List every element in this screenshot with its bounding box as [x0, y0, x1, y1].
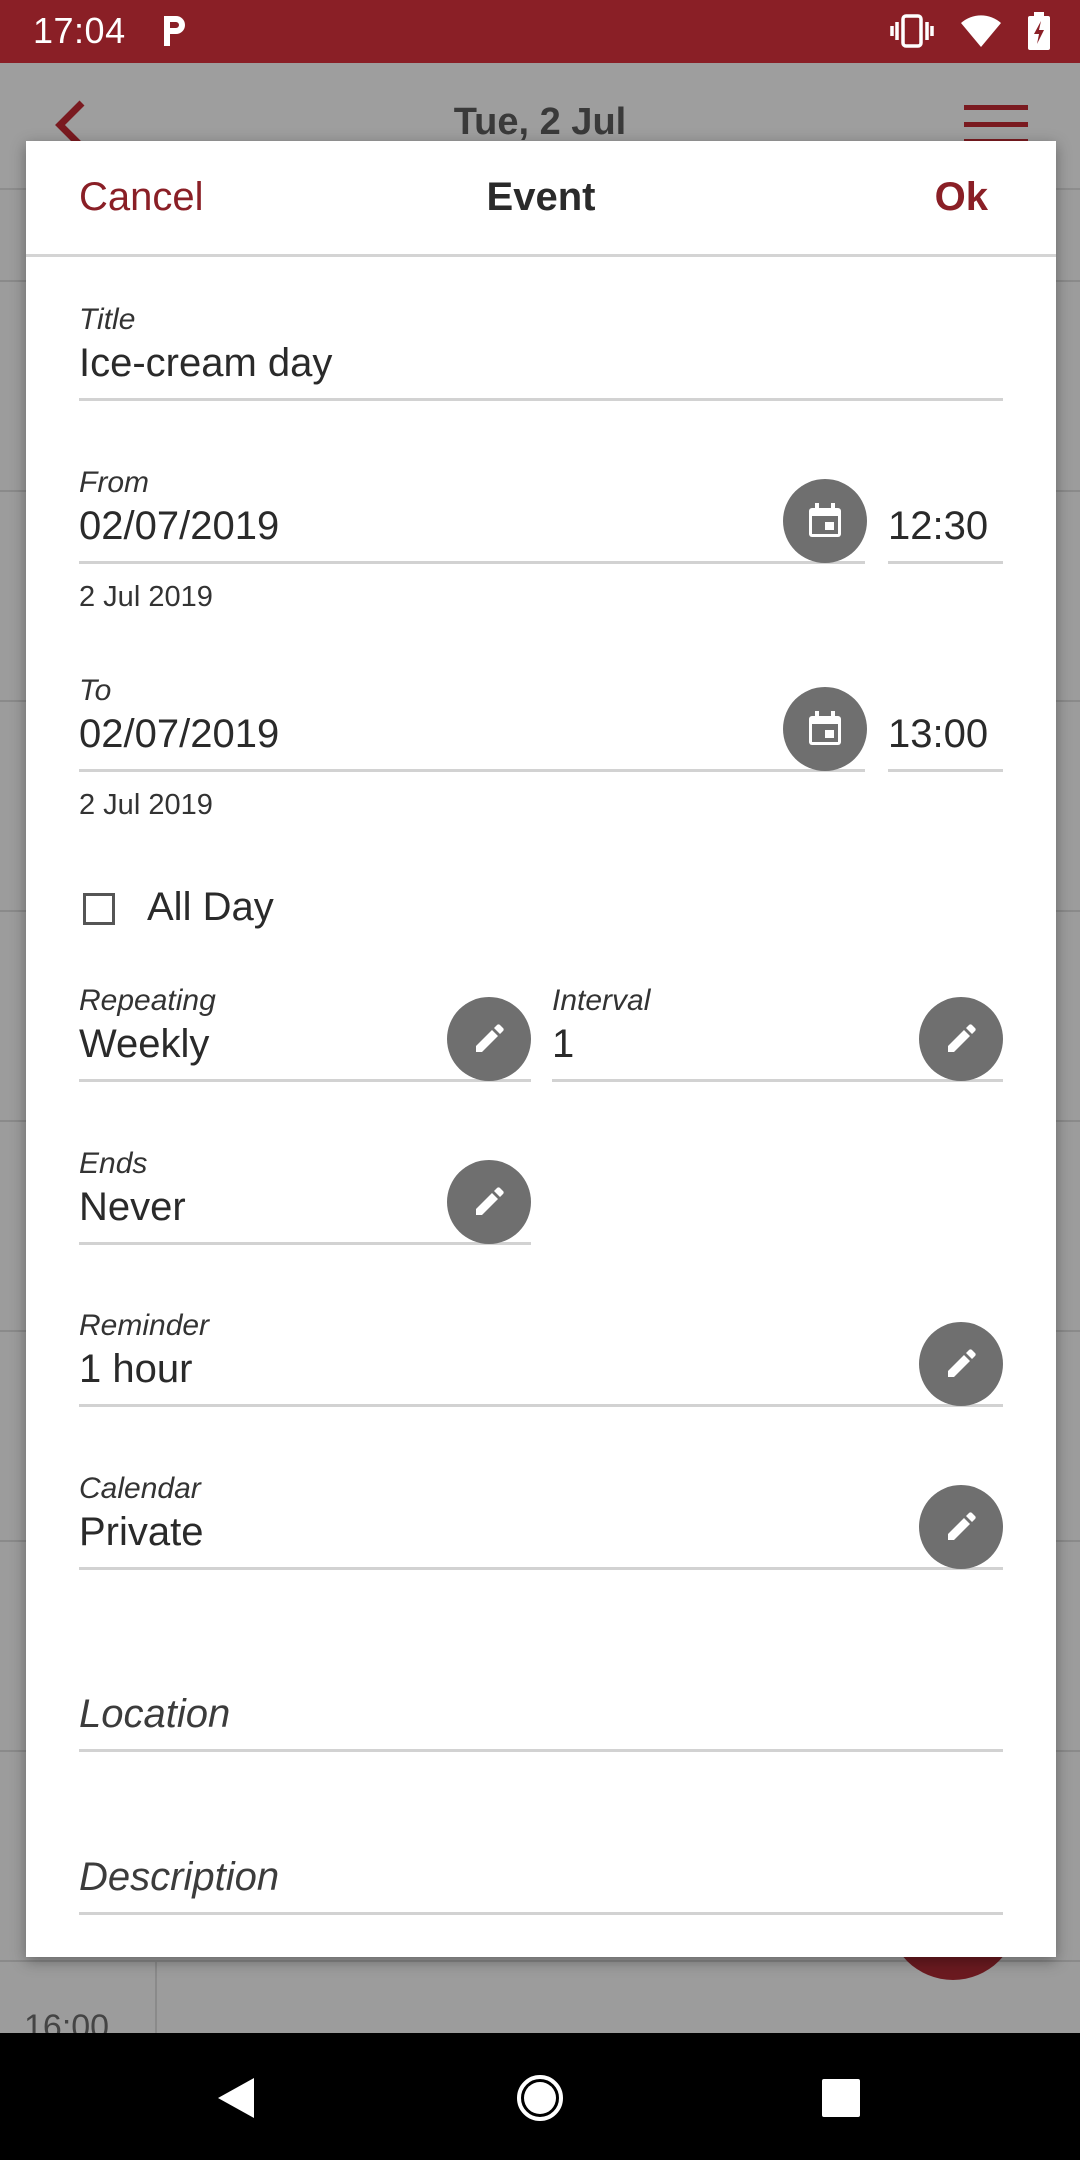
description-input[interactable]: Description	[79, 1855, 279, 1900]
ends-underline	[79, 1242, 531, 1245]
all-day-checkbox[interactable]	[83, 893, 115, 925]
background-date-title: Tue, 2 Jul	[453, 101, 627, 143]
from-calendar-button[interactable]	[783, 479, 867, 563]
calendar-field[interactable]: Calendar Private	[79, 1472, 1003, 1572]
to-date-underline	[79, 769, 865, 772]
location-input[interactable]: Location	[79, 1692, 230, 1737]
from-date-text: 2 Jul 2019	[79, 581, 213, 613]
dialog-header: Cancel Event Ok	[26, 141, 1056, 257]
from-label: From	[79, 466, 149, 499]
from-date-underline	[79, 561, 865, 564]
pencil-icon	[476, 1024, 504, 1052]
vibrate-icon	[890, 13, 934, 54]
repeating-label: Repeating	[79, 984, 216, 1017]
background-time-divider	[155, 1960, 157, 2040]
nav-home-icon[interactable]	[515, 2073, 565, 2128]
interval-value: 1	[552, 1022, 575, 1066]
wifi-icon	[960, 14, 1002, 53]
edit-ends-button[interactable]	[447, 1160, 531, 1244]
calendar-icon	[809, 711, 841, 745]
to-calendar-button[interactable]	[783, 687, 867, 771]
to-date-input[interactable]: 02/07/2019	[79, 712, 279, 757]
to-time-input[interactable]: 13:00	[888, 712, 988, 757]
reminder-field[interactable]: Reminder 1 hour	[79, 1309, 1003, 1409]
edit-calendar-button[interactable]	[919, 1485, 1003, 1569]
from-date-field[interactable]: From 02/07/2019 2 Jul 2019	[79, 466, 865, 636]
description-field[interactable]: Description	[79, 1855, 1003, 1925]
interval-label: Interval	[552, 984, 651, 1017]
edit-reminder-button[interactable]	[919, 1322, 1003, 1406]
navigation-bar	[0, 2033, 1080, 2160]
parking-icon	[160, 12, 190, 55]
title-input[interactable]: Ice-cream day	[79, 341, 332, 386]
to-time-underline	[888, 769, 1003, 772]
repeating-value: Weekly	[79, 1022, 210, 1066]
description-underline	[79, 1912, 1003, 1915]
cancel-button[interactable]: Cancel	[79, 175, 204, 220]
location-field[interactable]: Location	[79, 1692, 1003, 1762]
status-bar: 17:04	[0, 0, 1080, 63]
from-time-input[interactable]: 12:30	[888, 504, 988, 549]
ok-button[interactable]: Ok	[935, 175, 988, 220]
pencil-icon	[476, 1187, 504, 1215]
repeating-underline	[79, 1079, 531, 1082]
reminder-underline	[79, 1404, 1003, 1407]
nav-back-icon[interactable]	[216, 2076, 256, 2125]
calendar-value: Private	[79, 1510, 204, 1554]
location-underline	[79, 1749, 1003, 1752]
all-day-label[interactable]: All Day	[147, 885, 274, 930]
from-date-input[interactable]: 02/07/2019	[79, 504, 279, 549]
calendar-label: Calendar	[79, 1472, 201, 1505]
to-time-field[interactable]: 13:00	[888, 712, 1003, 772]
calendar-icon	[809, 503, 841, 537]
pencil-icon	[948, 1349, 976, 1377]
interval-underline	[552, 1079, 1003, 1082]
event-dialog: Cancel Event Ok Title Ice-cream day From…	[26, 141, 1056, 1957]
edit-interval-button[interactable]	[919, 997, 1003, 1081]
title-underline	[79, 398, 1003, 401]
pencil-icon	[948, 1512, 976, 1540]
reminder-value: 1 hour	[79, 1347, 193, 1391]
calendar-underline	[79, 1567, 1003, 1570]
to-label: To	[79, 674, 112, 707]
title-label: Title	[79, 303, 136, 336]
ends-value: Never	[79, 1185, 186, 1229]
from-time-underline	[888, 561, 1003, 564]
reminder-label: Reminder	[79, 1309, 210, 1342]
edit-repeating-button[interactable]	[447, 997, 531, 1081]
to-date-text: 2 Jul 2019	[79, 789, 213, 821]
title-field[interactable]: Title Ice-cream day	[79, 303, 1003, 403]
status-time: 17:04	[33, 10, 126, 51]
from-time-field[interactable]: 12:30	[888, 504, 1003, 564]
ends-label: Ends	[79, 1147, 148, 1180]
nav-recents-icon[interactable]	[821, 2078, 861, 2123]
battery-charging-icon	[1028, 12, 1050, 55]
pencil-icon	[948, 1024, 976, 1052]
to-date-field[interactable]: To 02/07/2019 2 Jul 2019	[79, 674, 865, 844]
